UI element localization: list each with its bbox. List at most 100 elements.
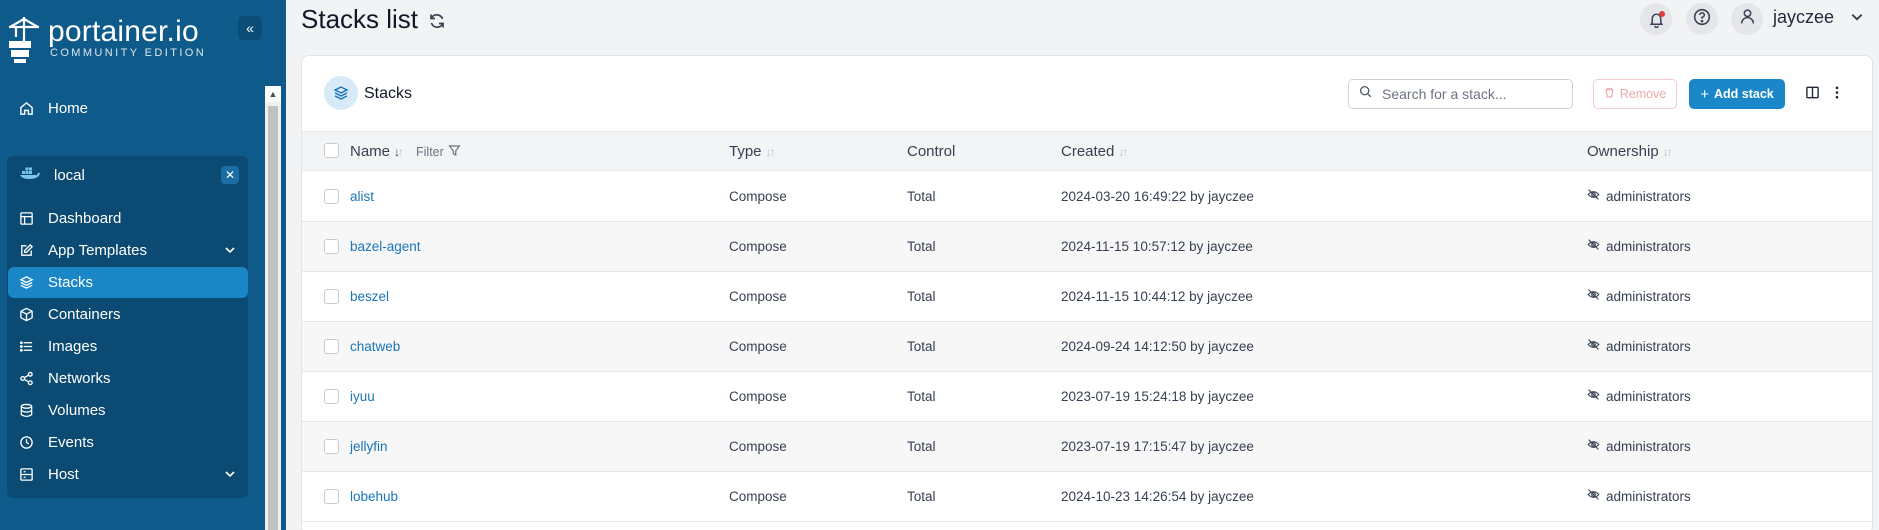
stack-name-link[interactable]: bazel-agent <box>350 239 421 254</box>
sidebar-item-containers[interactable]: Containers <box>8 299 248 330</box>
stack-created: 2024-09-24 14:12:50 by jayczee <box>1061 339 1254 354</box>
add-stack-button[interactable]: + Add stack <box>1689 79 1785 109</box>
sidebar-item-app-templates[interactable]: App Templates <box>8 235 248 266</box>
notification-dot <box>1658 10 1665 17</box>
plus-icon: + <box>1700 85 1709 103</box>
row-checkbox[interactable] <box>324 439 339 454</box>
column-header-name[interactable]: Name ↓↑ Filter <box>350 143 461 160</box>
help-circle-icon <box>1693 8 1711 31</box>
sort-desc-icon: ↓↑ <box>394 144 404 159</box>
stack-control: Total <box>907 389 936 404</box>
ownership-label: administrators <box>1606 238 1691 254</box>
logo-subtitle: COMMUNITY EDITION <box>50 47 207 59</box>
stack-name-link[interactable]: iyuu <box>350 389 375 404</box>
list-icon <box>18 339 34 355</box>
column-header-ownership[interactable]: Ownership ↓↑ <box>1587 143 1673 160</box>
filter-button[interactable]: Filter <box>416 144 461 160</box>
table-row[interactable]: jellyfin Compose Total 2023-07-19 17:15:47 … <box>302 422 1872 472</box>
stacks-card: Stacks Remove + Add stack Name ↓↑ Filter <box>301 55 1873 530</box>
row-checkbox[interactable] <box>324 489 339 504</box>
chevron-down-icon[interactable] <box>1850 10 1864 29</box>
stack-control: Total <box>907 439 936 454</box>
column-header-control: Control <box>907 143 955 160</box>
stack-name-link[interactable]: lobehub <box>350 489 398 504</box>
stack-created: 2023-07-19 15:24:18 by jayczee <box>1061 389 1254 404</box>
table-row[interactable]: iyuu Compose Total 2023-07-19 15:24:18 by j… <box>302 372 1872 422</box>
sidebar-item-home[interactable]: Home <box>8 93 248 124</box>
stack-type: Compose <box>729 439 787 454</box>
collapse-sidebar-button[interactable]: « <box>238 16 262 40</box>
search-box[interactable] <box>1348 79 1573 109</box>
table-row[interactable]: beszel Compose Total 2024-11-15 10:44:12 by… <box>302 272 1872 322</box>
sidebar-item-networks[interactable]: Networks <box>8 363 248 394</box>
stack-name-link[interactable]: alist <box>350 189 374 204</box>
table-row[interactable]: bazel-agent Compose Total 2024-11-15 10:57:… <box>302 222 1872 272</box>
row-checkbox[interactable] <box>324 339 339 354</box>
add-stack-label: Add stack <box>1714 87 1774 101</box>
scrollbar-thumb[interactable] <box>268 106 278 530</box>
help-button[interactable] <box>1686 3 1718 35</box>
ownership-label: administrators <box>1606 288 1691 304</box>
row-checkbox[interactable] <box>324 389 339 404</box>
sidebar-item-images[interactable]: Images <box>8 331 248 362</box>
stack-name-link[interactable]: jellyfin <box>350 439 388 454</box>
sidebar-item-host[interactable]: Host <box>8 459 248 490</box>
environment-header[interactable]: local <box>20 162 85 188</box>
columns-icon[interactable] <box>1805 85 1820 105</box>
stack-type: Compose <box>729 189 787 204</box>
search-icon <box>1359 85 1372 103</box>
close-environment-button[interactable]: ✕ <box>221 166 239 184</box>
sort-icon: ↓↑ <box>1662 144 1673 159</box>
stack-name-link[interactable]: beszel <box>350 289 389 304</box>
row-checkbox[interactable] <box>324 189 339 204</box>
table-row[interactable]: chatweb Compose Total 2024-09-24 14:12:50 b… <box>302 322 1872 372</box>
sidebar-item-label: Home <box>48 100 89 117</box>
remove-button[interactable]: Remove <box>1593 79 1677 109</box>
sidebar-item-label: Volumes <box>48 402 106 419</box>
card-title: Stacks <box>364 85 413 102</box>
eye-off-icon <box>1587 338 1600 354</box>
refresh-icon[interactable] <box>428 6 446 37</box>
sidebar-item-dashboard[interactable]: Dashboard <box>8 203 248 234</box>
user-avatar[interactable] <box>1731 3 1763 35</box>
column-label: Name <box>350 143 391 160</box>
select-all-checkbox[interactable] <box>324 143 339 158</box>
sidebar-item-label: App Templates <box>48 242 147 259</box>
stack-name-link[interactable]: chatweb <box>350 339 400 354</box>
stack-type: Compose <box>729 389 787 404</box>
stack-control: Total <box>907 189 936 204</box>
sidebar-item-events[interactable]: Events <box>8 427 248 458</box>
ownership-label: administrators <box>1606 388 1691 404</box>
table-header: Name ↓↑ Filter Type ↓↑ Control Created ↓… <box>302 131 1872 171</box>
remove-button-label: Remove <box>1619 87 1667 101</box>
notifications-button[interactable] <box>1640 3 1672 35</box>
search-input[interactable] <box>1382 86 1552 102</box>
chevron-down-icon[interactable] <box>224 467 236 484</box>
stack-created: 2024-10-23 14:26:54 by jayczee <box>1061 489 1254 504</box>
column-header-type[interactable]: Type ↓↑ <box>729 143 776 160</box>
column-header-created[interactable]: Created ↓↑ <box>1061 143 1128 160</box>
user-name[interactable]: jayczee <box>1773 7 1834 28</box>
portainer-logo[interactable]: portainer.io COMMUNITY EDITION <box>6 12 206 64</box>
stack-type: Compose <box>729 239 787 254</box>
sidebar-item-volumes[interactable]: Volumes <box>8 395 248 426</box>
row-checkbox[interactable] <box>324 289 339 304</box>
row-checkbox[interactable] <box>324 239 339 254</box>
sidebar-item-stacks[interactable]: Stacks <box>8 267 248 298</box>
portainer-crane-icon <box>9 17 39 63</box>
trash-icon <box>1604 87 1615 101</box>
scroll-up-arrow-icon[interactable]: ▲ <box>265 86 281 102</box>
page-title-text: Stacks list <box>301 4 419 34</box>
table-row[interactable]: alist Compose Total 2024-03-20 16:49:22 by … <box>302 172 1872 222</box>
table-row[interactable]: lobehub Compose Total 2024-10-23 14:26:54 b… <box>302 472 1872 522</box>
sidebar-item-label: Containers <box>48 306 121 323</box>
stack-ownership: administrators <box>1587 188 1691 204</box>
chevron-down-icon[interactable] <box>224 243 236 260</box>
stack-ownership: administrators <box>1587 388 1691 404</box>
more-vertical-icon[interactable] <box>1834 85 1840 105</box>
layers-icon <box>324 76 358 110</box>
card-header: Stacks Remove + Add stack <box>302 56 1872 131</box>
sidebar-scrollbar[interactable]: ▲ <box>265 86 281 530</box>
ownership-label: administrators <box>1606 338 1691 354</box>
sort-icon: ↓↑ <box>765 144 776 159</box>
